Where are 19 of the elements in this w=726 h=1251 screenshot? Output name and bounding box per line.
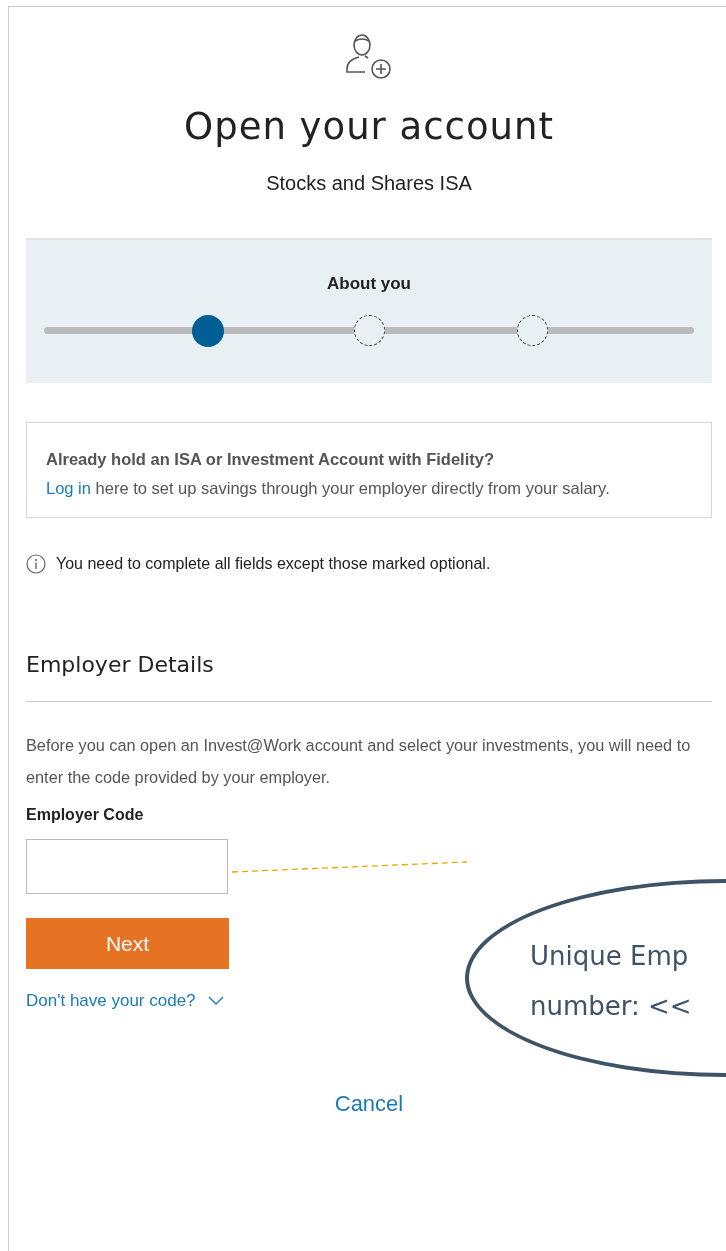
- callout-text: Unique Emp: [530, 940, 690, 973]
- cancel-link[interactable]: Cancel: [334, 1091, 404, 1116]
- chevron-down-icon: [207, 996, 224, 1006]
- callout-text: number: <<: [530, 990, 693, 1023]
- notice-heading: Already hold an ISA or Investment Account with Fidelity?: [46, 449, 495, 470]
- step-label: About you: [325, 274, 412, 294]
- login-link[interactable]: Log in: [46, 479, 91, 497]
- help-link[interactable]: Don't have your code?: [26, 991, 224, 1011]
- section-title: Employer Details: [26, 652, 712, 702]
- user-add-icon: [345, 31, 393, 81]
- info-icon: [26, 554, 46, 574]
- info-text: You need to complete all fields except those marked optional.: [56, 555, 491, 573]
- page-title: Open your account: [184, 105, 554, 148]
- input-field[interactable]: [26, 839, 228, 894]
- notice-text: Log in here to set up savings through your employer directly from your salary.: [46, 478, 611, 499]
- account-type: Stocks and Shares ISA: [266, 172, 472, 195]
- next-button[interactable]: Next: [26, 918, 229, 969]
- field-label: Employer Code: [26, 806, 145, 824]
- section-description: Before you can open an Invest@Work account and select your investments, you will need to enter the code provided by your employer.: [26, 735, 692, 788]
